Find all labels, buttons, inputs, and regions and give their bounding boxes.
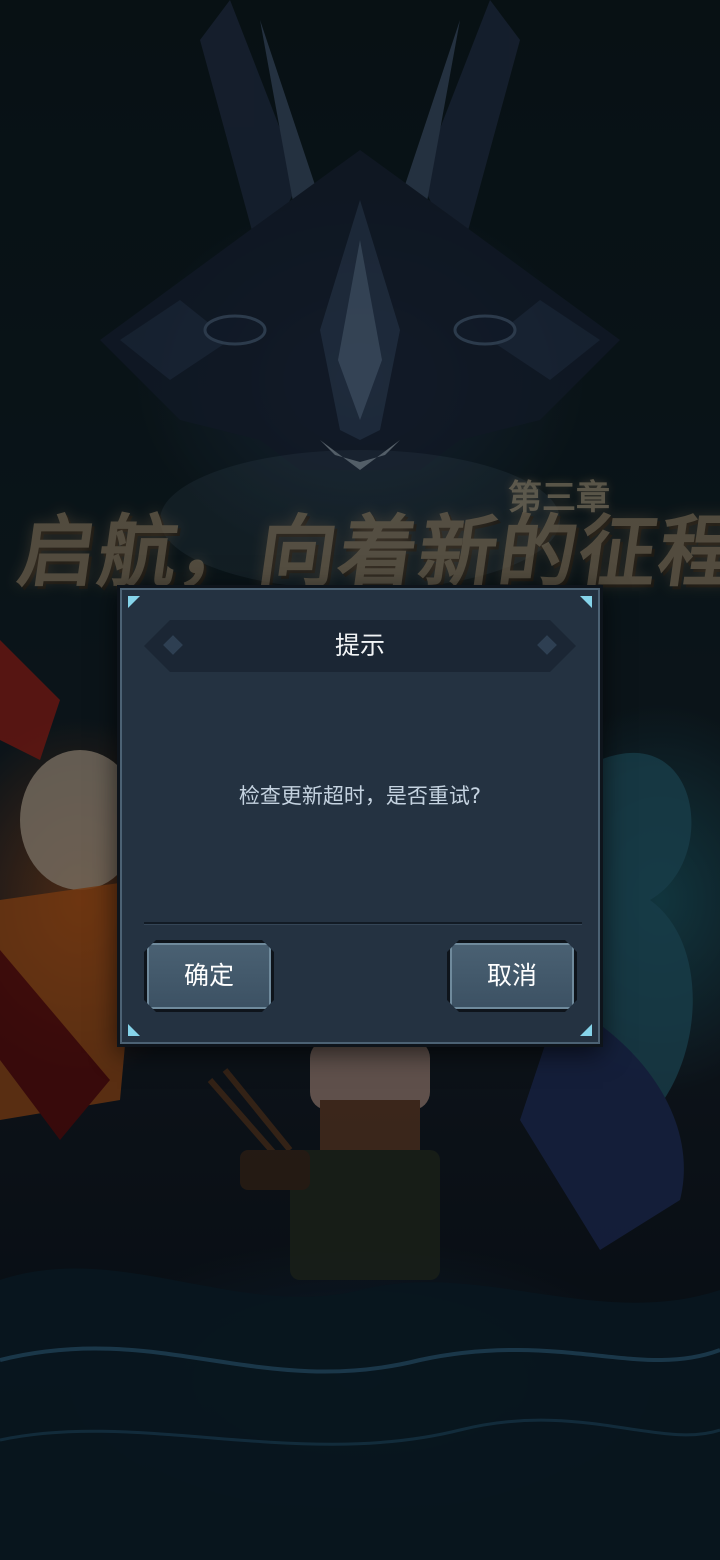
corner-ornament-icon [580, 1024, 592, 1036]
game-screen: 启航，向着新的征程 第三章 提示 检查更新超时，是否重试? 确定 取消 [0, 0, 720, 1560]
dialog-title: 提示 [334, 631, 385, 660]
dialog-divider [144, 922, 582, 925]
cancel-button[interactable]: 取消 [447, 940, 577, 1012]
confirm-button[interactable]: 确定 [144, 940, 274, 1012]
corner-ornament-icon [128, 596, 140, 608]
corner-ornament-icon [580, 596, 592, 608]
update-timeout-dialog: 提示 检查更新超时，是否重试? 确定 取消 [117, 585, 603, 1047]
dialog-header: 提示 [144, 620, 576, 672]
corner-ornament-icon [128, 1024, 140, 1036]
dialog-message: 检查更新超时，是否重试? [238, 784, 482, 808]
